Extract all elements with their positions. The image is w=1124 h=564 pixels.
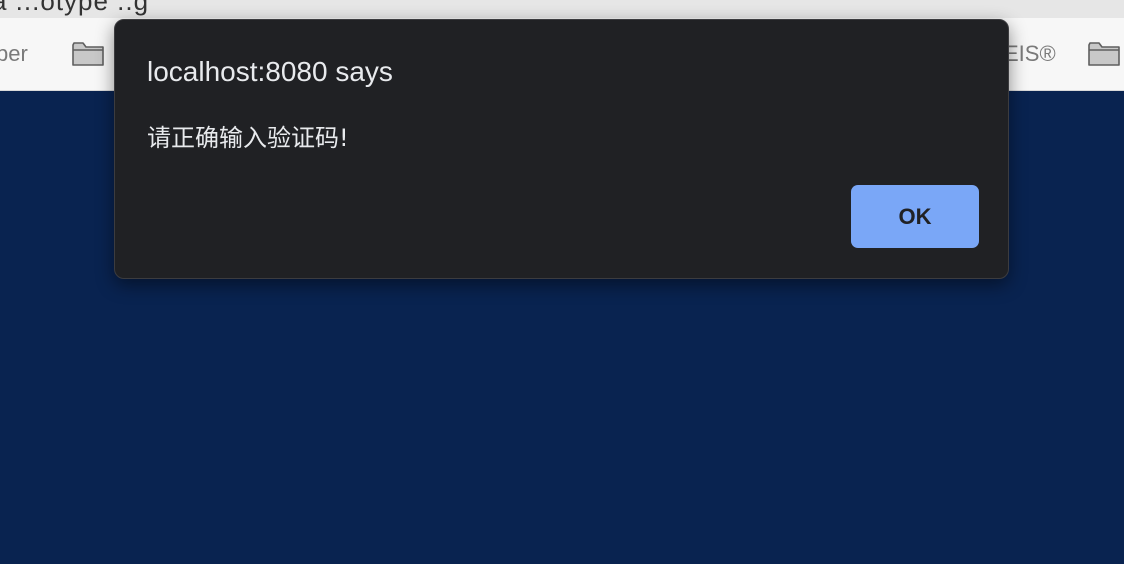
bookmark-folder[interactable] — [1088, 18, 1120, 90]
ok-button[interactable]: OK — [851, 185, 979, 248]
browser-title-strip: a ...otype ..g — [0, 0, 1124, 18]
bookmark-item[interactable]: per — [0, 18, 28, 90]
alert-title: localhost:8080 says — [147, 56, 393, 87]
bookmark-item[interactable]: EIS® — [1004, 18, 1056, 90]
bookmark-label: per — [0, 41, 28, 66]
folder-icon — [72, 42, 104, 66]
alert-message: 请正确输入验证码! — [147, 124, 349, 152]
bookmark-folder[interactable] — [72, 18, 104, 90]
alert-dialog: localhost:8080 says 请正确输入验证码! OK — [114, 19, 1009, 279]
folder-icon — [1088, 42, 1120, 66]
bookmark-label: EIS® — [1004, 41, 1056, 66]
window-title: a ...otype ..g — [0, 0, 150, 16]
